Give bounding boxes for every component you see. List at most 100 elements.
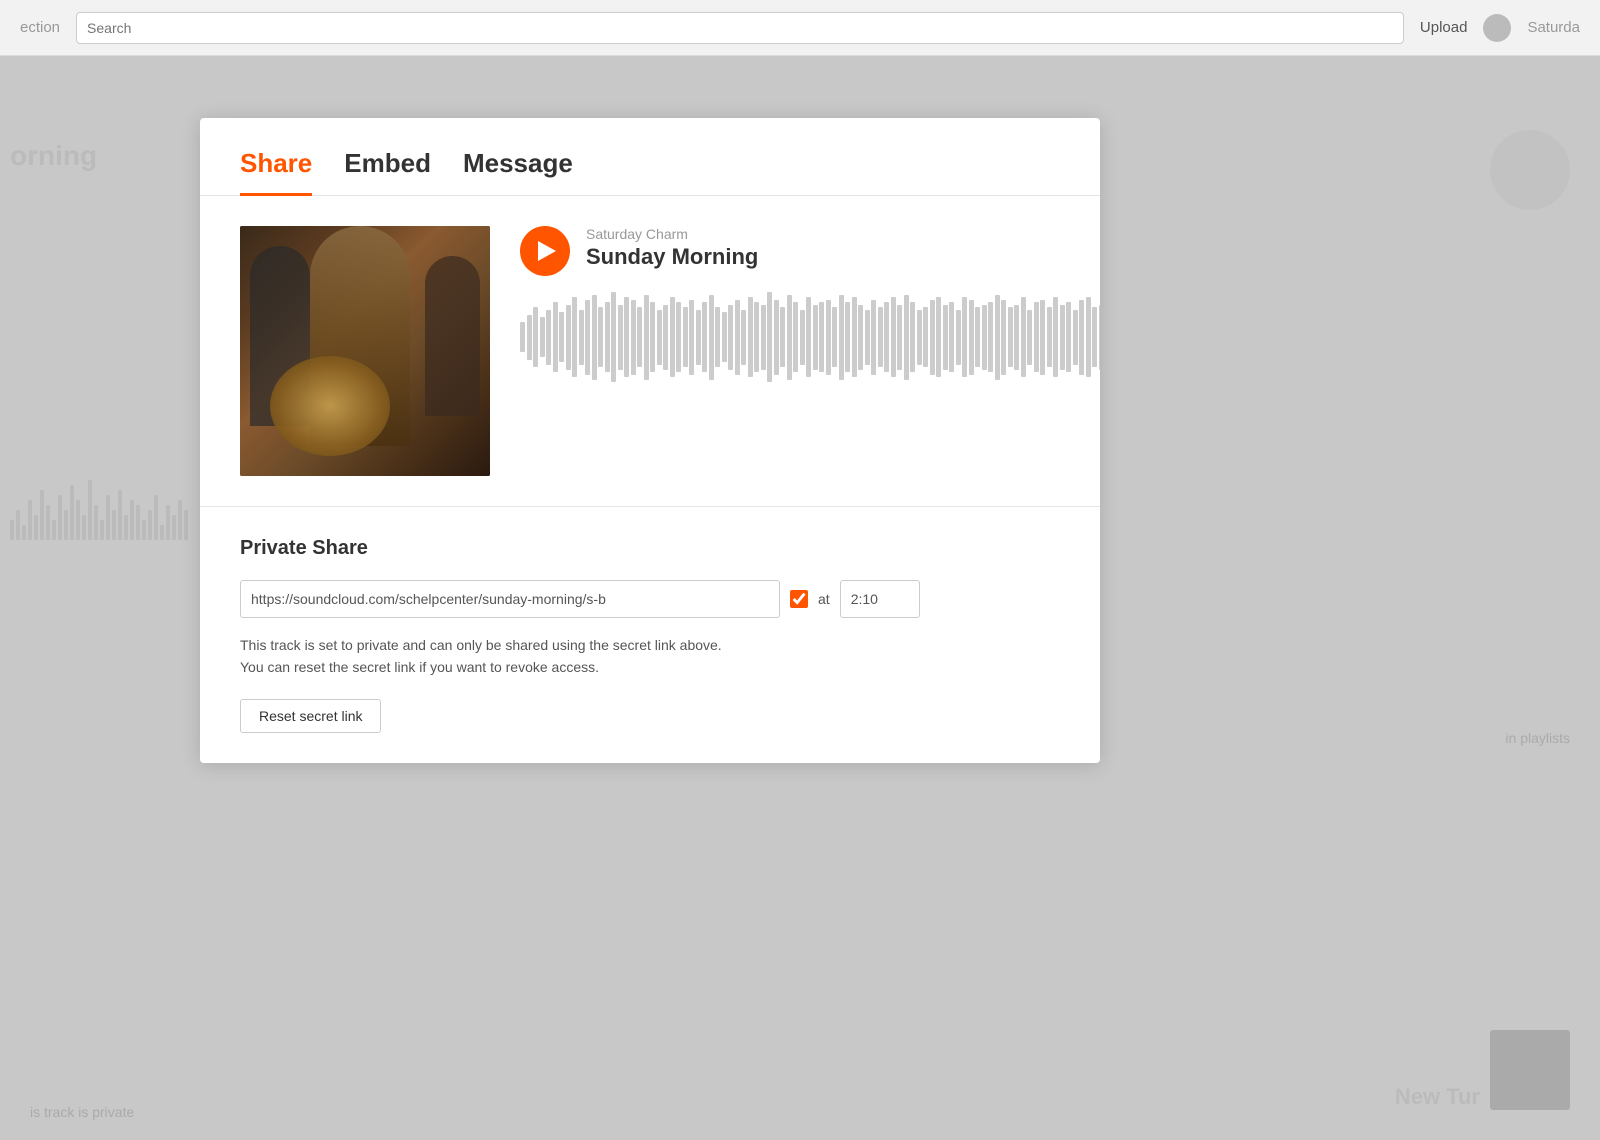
album-art [240,226,490,476]
private-share-section: Private Share at This track is set to pr… [200,506,1100,763]
waveform-bar [832,307,837,367]
share-url-input[interactable] [240,580,780,618]
tab-embed[interactable]: Embed [344,148,431,196]
waveform-bar [761,305,766,370]
waveform-bar [527,315,532,360]
waveform-bar [806,297,811,377]
waveform-bar [670,297,675,377]
right-thumbnail [1490,1030,1570,1110]
waveform-bar [982,305,987,370]
waveform-bar [897,305,902,370]
waveform-bar [663,305,668,370]
waveform-bar [1047,307,1052,367]
track-title: Sunday Morning [586,244,1100,270]
waveform-bar [1001,300,1006,375]
waveform-bar [780,307,785,367]
player-info: Saturday Charm Sunday Morning 2 years 🔒 … [520,226,1100,382]
topbar: ection Upload Saturda [0,0,1600,56]
waveform-bar [533,307,538,367]
waveform-bar [871,300,876,375]
waveform-bar [1040,300,1045,375]
waveform-bar [787,295,792,380]
album-art-painting [240,226,490,476]
waveform-bar [754,302,759,372]
tab-message[interactable]: Message [463,148,573,196]
waveform-bar [650,302,655,372]
painting-lute [270,356,390,456]
track-meta: Saturday Charm Sunday Morning [586,226,1100,270]
waveform-bars [520,292,1100,382]
waveform-bar [878,307,883,367]
waveform-bar [579,310,584,365]
waveform-bar [1099,305,1101,370]
waveform-bar [858,305,863,370]
waveform-bar [520,322,525,352]
waveform-bar [1053,297,1058,377]
waveform-bar [592,295,597,380]
waveform-bar [598,307,603,367]
painting-figure-right [425,256,480,416]
waveform-bar [865,310,870,365]
waveform-bar [644,295,649,380]
waveform-bar [767,292,772,382]
waveform-bar [657,310,662,365]
waveform-bar [572,297,577,377]
waveform-bar [741,310,746,365]
user-avatar[interactable] [1483,14,1511,42]
waveform-bar [936,297,941,377]
waveform-bar [696,310,701,365]
waveform-bar [540,317,545,357]
waveform-bar [683,307,688,367]
upload-button[interactable]: Upload [1420,19,1468,36]
waveform-bar [969,300,974,375]
reset-secret-link-button[interactable]: Reset secret link [240,699,381,733]
time-checkbox[interactable] [790,590,808,608]
waveform-bar [676,302,681,372]
waveform-bar [819,302,824,372]
waveform-bar [910,302,915,372]
waveform-bar [930,300,935,375]
waveform-bar [956,310,961,365]
at-label: at [818,591,830,607]
waveform-bar [884,302,889,372]
share-modal: Share Embed Message Saturday Charm Sunda… [200,118,1100,763]
gear-icon [1490,130,1570,210]
waveform-bar [1066,302,1071,372]
time-input[interactable] [840,580,920,618]
waveform-bar [1073,310,1078,365]
topbar-section-label: ection [20,19,60,36]
tab-share[interactable]: Share [240,148,312,196]
waveform-bar [1027,310,1032,365]
waveform-bar [546,310,551,365]
waveform-bar [637,307,642,367]
player-preview: Saturday Charm Sunday Morning 2 years 🔒 … [200,196,1100,506]
waveform-bar [559,312,564,362]
playlist-label: in playlists [1505,730,1570,746]
search-input[interactable] [76,12,1404,44]
waveform-bar [774,300,779,375]
play-button[interactable] [520,226,570,276]
waveform[interactable]: 10:01 [520,292,1100,382]
private-note: is track is private [30,1104,134,1120]
waveform-bar [1034,302,1039,372]
waveform-bar [800,310,805,365]
waveform-bar [1008,307,1013,367]
waveform-bar [845,302,850,372]
waveform-bar [839,295,844,380]
waveform-bar [624,297,629,377]
waveform-bar [917,310,922,365]
waveform-bar [1092,307,1097,367]
new-tur-label: New Tur [1395,1084,1480,1110]
waveform-bar [1079,300,1084,375]
waveform-bar [715,307,720,367]
waveform-bar [728,305,733,370]
waveform-bar [891,297,896,377]
sidebar-waveform [0,460,200,540]
waveform-bar [988,302,993,372]
waveform-bar [722,312,727,362]
waveform-bar [813,305,818,370]
track-artist: Saturday Charm [586,226,1100,242]
private-share-title: Private Share [240,537,1060,560]
waveform-bar [852,297,857,377]
waveform-bar [585,300,590,375]
